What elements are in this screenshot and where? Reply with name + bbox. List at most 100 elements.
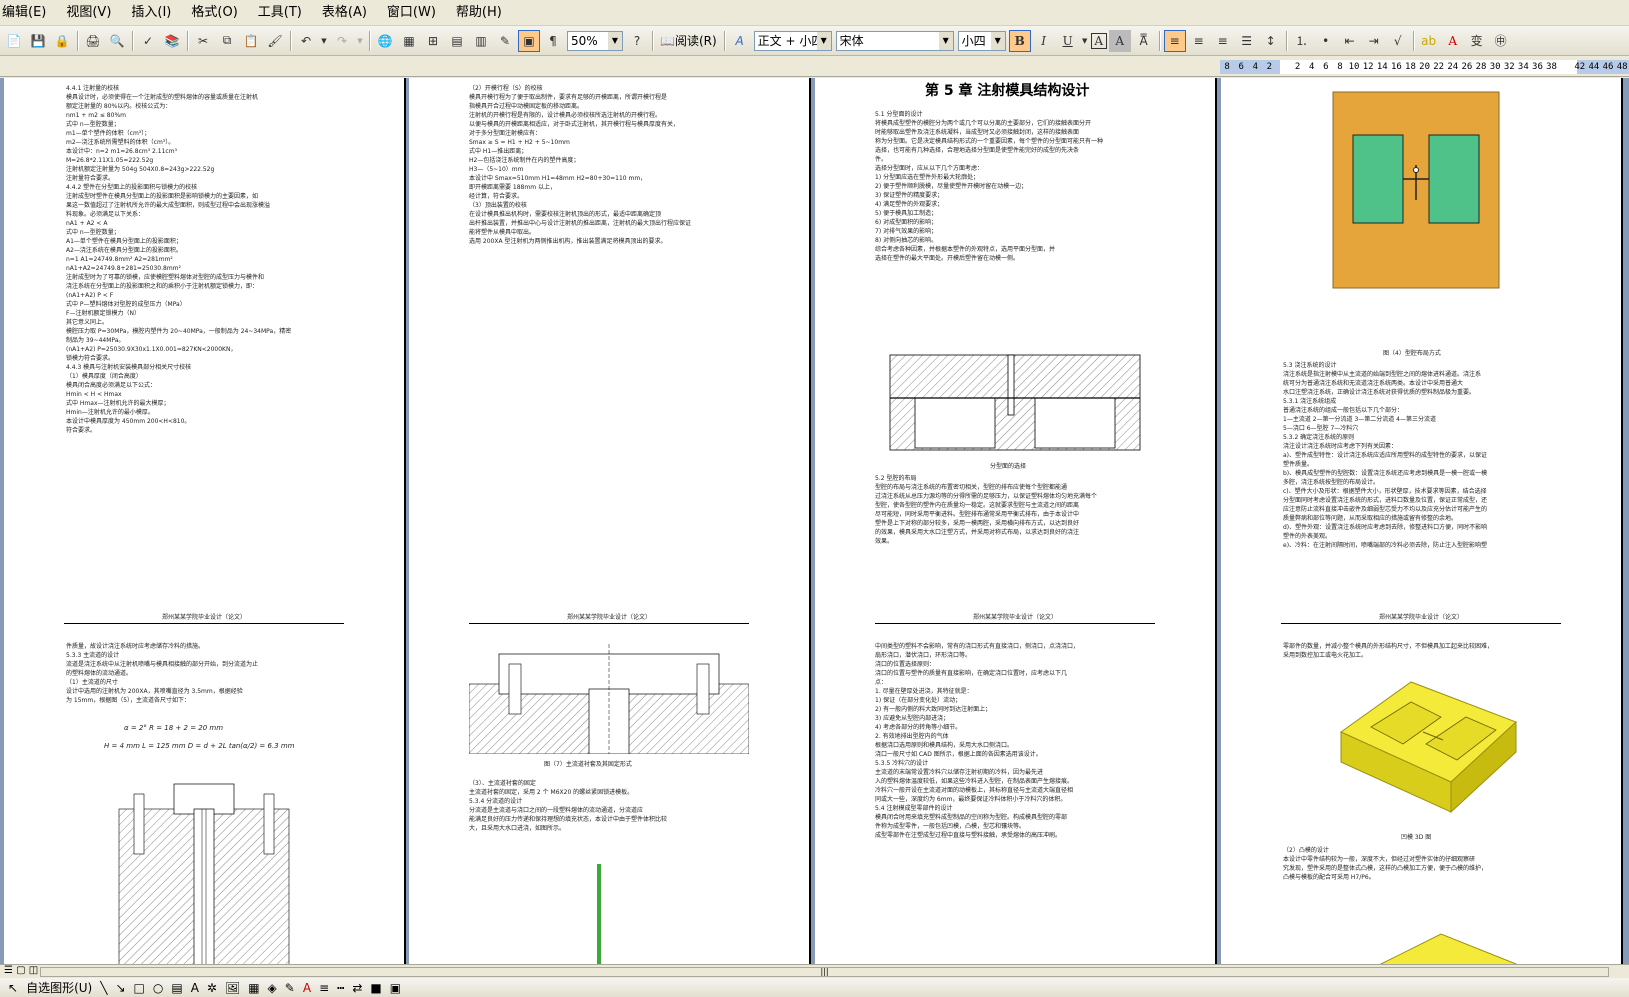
shadow-icon[interactable]: ■ [370,981,381,995]
increase-indent-icon[interactable]: ⇥ [1363,30,1385,52]
numbering-icon[interactable]: ⒈ [1291,30,1313,52]
format-painter-icon[interactable]: 🖌 [264,30,286,52]
insert-table-icon[interactable]: ⊞ [422,30,444,52]
picture-icon[interactable]: ▦ [248,981,259,995]
scroll-thumb[interactable]: ||| [40,967,1609,977]
menu-window[interactable]: 窗口(W) [377,2,446,24]
decrease-indent-icon[interactable]: ⇤ [1339,30,1361,52]
line-style-icon[interactable]: ≡ [319,981,329,995]
convert-icon[interactable]: 变 [1466,30,1488,52]
ruler-scale[interactable]: 8 6 4 2 2 4 6 8 10 12 14 16 18 20 22 24 26 28 30 32 34 36 38 42… [1220,60,1629,74]
line-color-icon[interactable]: ✎ [285,981,295,995]
oval-icon[interactable]: ○ [153,981,163,995]
underline-icon[interactable]: U [1057,30,1079,52]
zoom-combo[interactable]: 50% ▼ [567,30,623,51]
paragraph-line: 浇口的位置与塑件的质量有直接影响，在确定浇口位置时，应考虑以下几 [875,670,1068,677]
chevron-down-icon[interactable]: ▼ [608,31,622,50]
menu-tools[interactable]: 工具(T) [248,2,312,24]
horizontal-scrollbar[interactable]: ☰ ▢ ◫ ||| [0,964,1629,978]
italic-icon[interactable]: I [1033,30,1055,52]
tables-borders-icon[interactable]: ▦ [398,30,420,52]
wordart-icon[interactable]: A [191,981,199,995]
columns-icon[interactable]: ▥ [470,30,492,52]
rectangle-icon[interactable]: □ [134,981,145,995]
font-size-combo[interactable]: 小四 ▼ [957,30,1006,51]
font-color-icon[interactable]: A [1442,30,1464,52]
menu-insert[interactable]: 插入(I) [121,2,181,24]
redo-icon[interactable]: ↷ [331,30,353,52]
print-preview-icon[interactable]: 🔍 [106,30,128,52]
help-icon[interactable]: ? [626,30,648,52]
underline-dropdown-icon[interactable]: ▼ [1081,30,1089,52]
clipart-icon[interactable]: 🖼 [225,981,240,995]
save-icon[interactable]: 💾 [27,30,49,52]
paste-icon[interactable]: 📋 [240,30,262,52]
char-scaling-icon[interactable]: A̿ [1133,30,1155,52]
page-14[interactable]: （2）开模行程（S）的校核 模具开模行程为了便于取出制件，要求有足够的开模距离，所… [409,78,809,656]
font-color-draw-icon[interactable]: A [303,981,311,995]
paragraph-line: 统可分为普通浇注系统和无流道浇注系统两类。本设计中采用普通大 [1283,380,1464,387]
cut-icon[interactable]: ✂ [192,30,214,52]
page-18[interactable]: 郑州某某学院毕业设计（论文） 图（7）主流道衬套及其固定形式 （3）、主流道衬套… [409,584,809,964]
char-border-icon[interactable]: A [1090,32,1107,49]
arrow-icon[interactable]: ↘ [115,981,125,995]
paragraph-line: 浇注系统在分型面上的投影面积之和的乘积小于注射机额定锁模力，即： [66,283,259,290]
chevron-down-icon[interactable]: ▼ [938,31,953,50]
page-19[interactable]: 郑州某某学院毕业设计（论文） 中间类型的塑料不会影响，常有的浇口形式有直接浇口，… [815,584,1215,964]
chevron-down-icon[interactable]: ▼ [816,31,831,50]
document-map-icon[interactable]: ▣ [518,29,540,52]
spelling-icon[interactable]: ✓ [137,30,159,52]
justify-icon[interactable]: ☰ [1236,30,1258,52]
permission-icon[interactable]: 🔒 [51,30,73,52]
undo-dropdown-icon[interactable]: ▼ [319,30,329,52]
hyperlink-icon[interactable]: 🌐 [374,30,396,52]
undo-icon[interactable]: ↶ [295,30,317,52]
3d-icon[interactable]: ▣ [390,981,401,995]
horizontal-ruler[interactable]: 8 6 4 2 2 4 6 8 10 12 14 16 18 20 22 24 26 28 30 32 34 36 38 42… [0,57,1629,77]
align-left-icon[interactable]: ≡ [1163,29,1186,52]
line-spacing-icon[interactable]: ↕ [1260,30,1282,52]
menu-edit[interactable]: 编辑(E) [0,2,56,24]
bullets-icon[interactable]: • [1315,30,1337,52]
document-area[interactable]: 4.4.1 注射量的校核 模具设计时，必须使得在一个注射成型的塑料熔体的容量或质量… [0,78,1629,964]
align-right-icon[interactable]: ≡ [1212,30,1234,52]
style-combo[interactable]: 正文 + 小四 ▼ [753,30,832,51]
copy-icon[interactable]: ⧉ [216,30,238,52]
page-20[interactable]: 郑州某某学院毕业设计（论文） 零部件的数量，并减小整个模具的外形结构尺寸，不但模… [1221,584,1621,964]
font-combo[interactable]: 宋体 ▼ [835,30,954,51]
chevron-down-icon[interactable]: ▼ [990,31,1005,50]
print-icon[interactable]: 🖨 [82,30,104,52]
page-15[interactable]: 第 5 章 注射模具结构设计 5.1 分型面的设计 将模具成型塑件的模腔分为两个或… [815,78,1215,656]
show-hide-icon[interactable]: ¶ [542,30,564,52]
dash-style-icon[interactable]: ┅ [337,981,344,995]
research-icon[interactable]: 📚 [161,30,183,52]
textbox-icon[interactable]: ▤ [171,981,182,995]
page-header: 郑州某某学院毕业设计（论文） [469,612,749,624]
menu-format[interactable]: 格式(O) [181,2,247,24]
align-center-icon[interactable]: ≡ [1188,30,1210,52]
bold-icon[interactable]: B [1008,29,1031,52]
new-icon[interactable]: 📄 [3,30,25,52]
page-13[interactable]: 4.4.1 注射量的校核 模具设计时，必须使得在一个注射成型的塑料熔体的容量或质量… [4,78,404,656]
styles-formatting-icon[interactable]: A [729,30,751,52]
highlight-icon[interactable]: ab [1418,30,1440,52]
menu-help[interactable]: 帮助(H) [446,2,512,24]
char-shading-icon[interactable]: A [1108,29,1131,52]
select-objects-icon[interactable]: ↖ [8,981,18,995]
line-icon[interactable]: ╲ [100,981,107,995]
enclose-char-icon[interactable]: ㊥ [1490,30,1512,52]
redo-dropdown-icon[interactable]: ▼ [355,30,365,52]
fill-color-icon[interactable]: ◈ [268,981,277,995]
arrow-style-icon[interactable]: ⇄ [352,981,362,995]
view-buttons-icon[interactable]: ☰ ▢ ◫ [4,965,38,976]
phonetic-icon[interactable]: √ [1387,30,1409,52]
insert-excel-icon[interactable]: ▤ [446,30,468,52]
menu-view[interactable]: 视图(V) [56,2,121,24]
autoshapes-menu[interactable]: 自选图形(U) [26,979,92,996]
page-17[interactable]: 郑州某某学院毕业设计（论文） 件质量，故设计浇注系统时应考虑储存冷料的措施。 5.… [4,584,404,964]
page-16[interactable]: 图（4）型腔布局方式 5.3 浇注系统的设计 浇注系统是指注射模中从主流道的始端到… [1221,78,1621,656]
drawing-icon[interactable]: ✎ [494,30,516,52]
diagram-icon[interactable]: ✲ [207,981,217,995]
read-button[interactable]: 📖 阅读(R) [656,31,721,51]
menu-table[interactable]: 表格(A) [312,2,377,24]
